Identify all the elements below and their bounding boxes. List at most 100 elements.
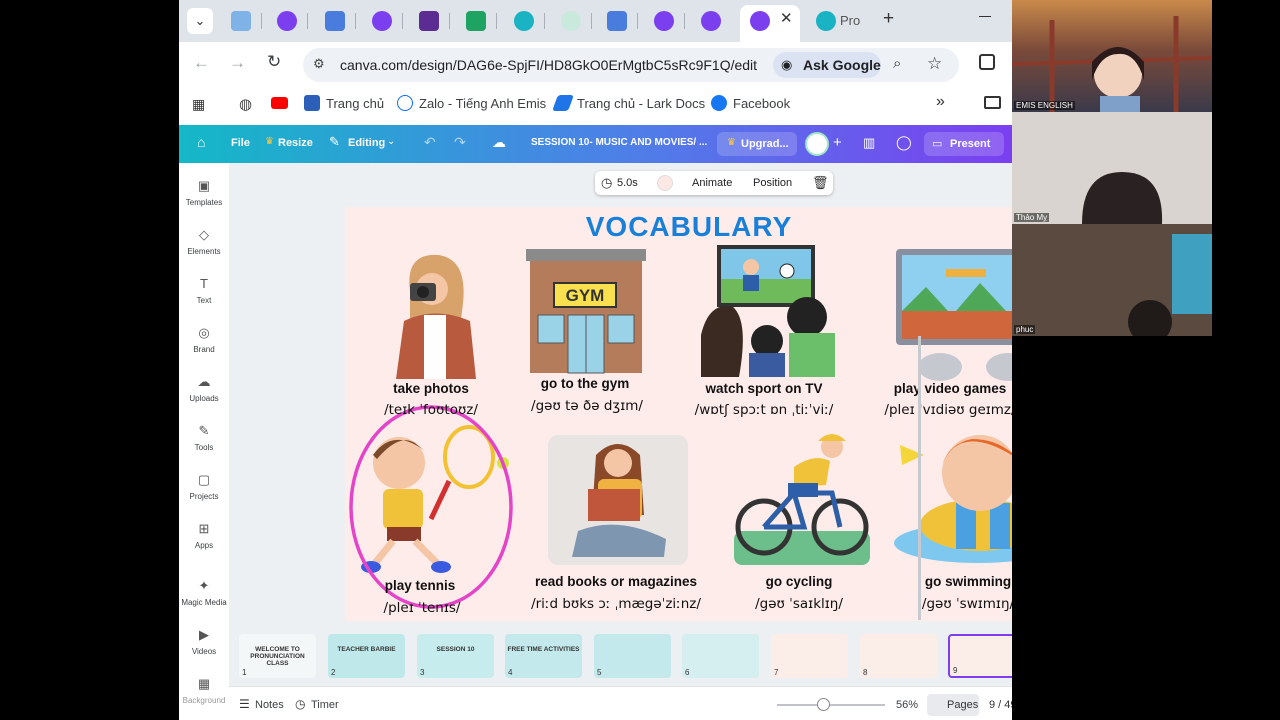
pages-button[interactable]: Pages bbox=[927, 694, 979, 716]
thumbnail-3[interactable]: SESSION 10 3 bbox=[417, 634, 494, 678]
caption-go-to-the-gym[interactable]: go to the gym bbox=[520, 376, 650, 391]
tab-11[interactable] bbox=[701, 11, 721, 31]
animate-button[interactable]: Animate bbox=[692, 177, 732, 189]
color-swatch[interactable] bbox=[657, 175, 673, 191]
slide-title[interactable]: VOCABULARY bbox=[345, 211, 1012, 243]
folder-icon[interactable] bbox=[984, 96, 1001, 109]
ipa-read-books[interactable]: /riːd bʊks ɔː ˌmægəˈziːnz/ bbox=[511, 596, 721, 612]
timer-button[interactable]: Timer bbox=[311, 699, 339, 711]
rail-videos[interactable]: ▶ Videos bbox=[179, 628, 229, 657]
thumbnail-6[interactable]: 6 bbox=[682, 634, 759, 678]
rail-background[interactable]: ▦ Background bbox=[179, 677, 229, 706]
thumbnail-1[interactable]: WELCOME TO PRONUNCIATION CLASS 1 bbox=[239, 634, 316, 678]
trash-icon[interactable]: 🗑 bbox=[812, 175, 829, 191]
thumbnail-7[interactable]: 7 bbox=[771, 634, 848, 678]
video-game-illustration[interactable] bbox=[896, 249, 1012, 383]
bookmark-zalo[interactable]: Zalo - Tiếng Anh Emis bbox=[397, 95, 546, 111]
caption-take-photos[interactable]: take photos bbox=[376, 381, 486, 396]
ipa-take-photos[interactable]: /teɪk ˈfoʊtoʊz/ bbox=[364, 402, 498, 418]
cyclist-illustration[interactable] bbox=[734, 431, 870, 565]
ipa-play-tennis[interactable]: /pleɪ ˈtenɪs/ bbox=[359, 600, 485, 616]
bookmark-facebook[interactable]: Facebook bbox=[711, 95, 790, 111]
tab-6[interactable] bbox=[466, 11, 486, 31]
thumbnail-8[interactable]: 8 bbox=[860, 634, 937, 678]
participant-video-3[interactable]: phuc bbox=[1012, 224, 1212, 336]
globe-icon[interactable]: ◍ bbox=[239, 95, 252, 113]
rail-magic-media[interactable]: ✦ Magic Media bbox=[179, 579, 229, 608]
watching-tv-illustration[interactable] bbox=[699, 245, 841, 377]
file-menu[interactable]: File bbox=[231, 137, 250, 149]
more-bookmarks-icon[interactable]: » bbox=[936, 93, 945, 111]
tab-8[interactable] bbox=[561, 11, 581, 31]
ipa-go-to-the-gym[interactable]: /gəʊ tə ðə dʒɪm/ bbox=[514, 398, 660, 414]
bookmark-lark[interactable]: Trang chủ - Lark Docs bbox=[552, 95, 705, 111]
caption-watch-sport-on-tv[interactable]: watch sport on TV bbox=[689, 381, 839, 396]
ipa-go-cycling[interactable]: /gəʊ ˈsaɪklɪŋ/ bbox=[737, 596, 861, 612]
url-text[interactable]: canva.com/design/DAG6e-SpjFI/HD8GkO0ErMg… bbox=[340, 57, 757, 73]
tab-7[interactable] bbox=[514, 11, 534, 31]
omnibox[interactable]: ⚙ canva.com/design/DAG6e-SpjFI/HD8GkO0Er… bbox=[303, 48, 959, 82]
rail-templates[interactable]: ▣ Templates bbox=[179, 179, 229, 208]
present-button[interactable]: ▭ Present bbox=[924, 132, 1004, 156]
gym-building-illustration[interactable]: GYM bbox=[524, 249, 648, 375]
tab-13[interactable] bbox=[816, 11, 836, 31]
caption-go-swimming[interactable]: go swimming bbox=[908, 574, 1012, 589]
reload-icon[interactable]: ↻ bbox=[267, 52, 281, 72]
thumbnail-5[interactable]: 5 bbox=[594, 634, 671, 678]
caption-play-tennis[interactable]: play tennis bbox=[365, 578, 475, 593]
zoom-slider-handle[interactable] bbox=[817, 698, 830, 711]
photographer-illustration[interactable] bbox=[390, 251, 480, 379]
caption-read-books[interactable]: read books or magazines bbox=[518, 574, 714, 589]
bookmark-trang-chu[interactable]: Trang chủ bbox=[304, 95, 384, 111]
ipa-watch-sport-on-tv[interactable]: /wɒtʃ spɔːt ɒn ˌtiːˈviː/ bbox=[679, 402, 849, 418]
add-collaborator-icon[interactable]: + bbox=[833, 134, 842, 151]
tab-3[interactable] bbox=[325, 11, 345, 31]
rail-apps[interactable]: ⊞ Apps bbox=[179, 522, 229, 551]
caption-play-video-games[interactable]: play video games bbox=[880, 381, 1012, 396]
thumbnail-2[interactable]: TEACHER BARBIE 2 bbox=[328, 634, 405, 678]
reading-girl-illustration[interactable] bbox=[548, 435, 688, 565]
ask-google-button[interactable]: ◉ Ask Google bbox=[773, 52, 881, 78]
notes-button[interactable]: Notes bbox=[255, 699, 284, 711]
tab-9[interactable] bbox=[607, 11, 627, 31]
rail-elements[interactable]: ◇ Elements bbox=[179, 228, 229, 257]
workspace-scrollbar[interactable] bbox=[918, 336, 921, 620]
comment-icon[interactable]: ◯ bbox=[896, 134, 912, 151]
participant-video-1[interactable]: EMIS ENGLISH bbox=[1012, 0, 1212, 112]
tab-4[interactable] bbox=[372, 11, 392, 31]
cloud-save-icon[interactable]: ☁ bbox=[492, 134, 506, 151]
active-tab[interactable]: ✕ bbox=[740, 5, 800, 42]
rail-uploads[interactable]: ☁ Uploads bbox=[179, 375, 229, 404]
tab-1[interactable] bbox=[231, 11, 251, 31]
zoom-level[interactable]: 56% bbox=[896, 699, 918, 711]
minimize-icon[interactable] bbox=[979, 16, 991, 17]
resize-button[interactable]: Resize bbox=[278, 137, 313, 149]
extensions-icon[interactable] bbox=[979, 54, 995, 70]
redo-icon[interactable]: ↷ bbox=[454, 134, 466, 151]
avatar[interactable] bbox=[805, 132, 829, 156]
slide-canvas[interactable]: VOCABULARY GYM take photos /teɪk ˈfoʊtoʊ… bbox=[345, 207, 1012, 621]
apps-grid-icon[interactable]: ▦ bbox=[192, 96, 205, 113]
upgrade-button[interactable]: ♛ Upgrad... bbox=[717, 132, 797, 156]
tab-2[interactable] bbox=[277, 11, 297, 31]
rail-text[interactable]: T Text bbox=[179, 277, 229, 306]
swimming-boy-illustration[interactable] bbox=[890, 425, 1012, 567]
thumbnail-4[interactable]: FREE TIME ACTIVITIES 4 bbox=[505, 634, 582, 678]
ipa-play-video-games[interactable]: /pleɪ ˈvɪdiəʊ geɪmz/ bbox=[869, 402, 1012, 418]
duration-button[interactable]: 5.0s bbox=[617, 177, 638, 189]
rail-tools[interactable]: ✎ Tools bbox=[179, 424, 229, 453]
rail-brand[interactable]: ◎ Brand bbox=[179, 326, 229, 355]
bookmark-star-icon[interactable]: ☆ bbox=[927, 54, 942, 74]
tab-search-button[interactable]: ⌄ bbox=[187, 8, 213, 34]
site-settings-icon[interactable]: ⚙ bbox=[313, 56, 325, 72]
new-tab-icon[interactable]: + bbox=[883, 8, 894, 30]
editing-menu[interactable]: Editing bbox=[348, 137, 385, 149]
participant-video-2[interactable]: Thảo Mỵ bbox=[1012, 112, 1212, 224]
close-tab-icon[interactable]: ✕ bbox=[780, 9, 793, 27]
rail-projects[interactable]: ▢ Projects bbox=[179, 473, 229, 502]
tab-5[interactable] bbox=[419, 11, 439, 31]
zoom-slider[interactable] bbox=[777, 698, 885, 711]
youtube-icon[interactable] bbox=[271, 97, 288, 109]
design-title[interactable]: SESSION 10- MUSIC AND MOVIES/ ... bbox=[531, 137, 707, 148]
forward-icon[interactable]: → bbox=[229, 53, 246, 73]
